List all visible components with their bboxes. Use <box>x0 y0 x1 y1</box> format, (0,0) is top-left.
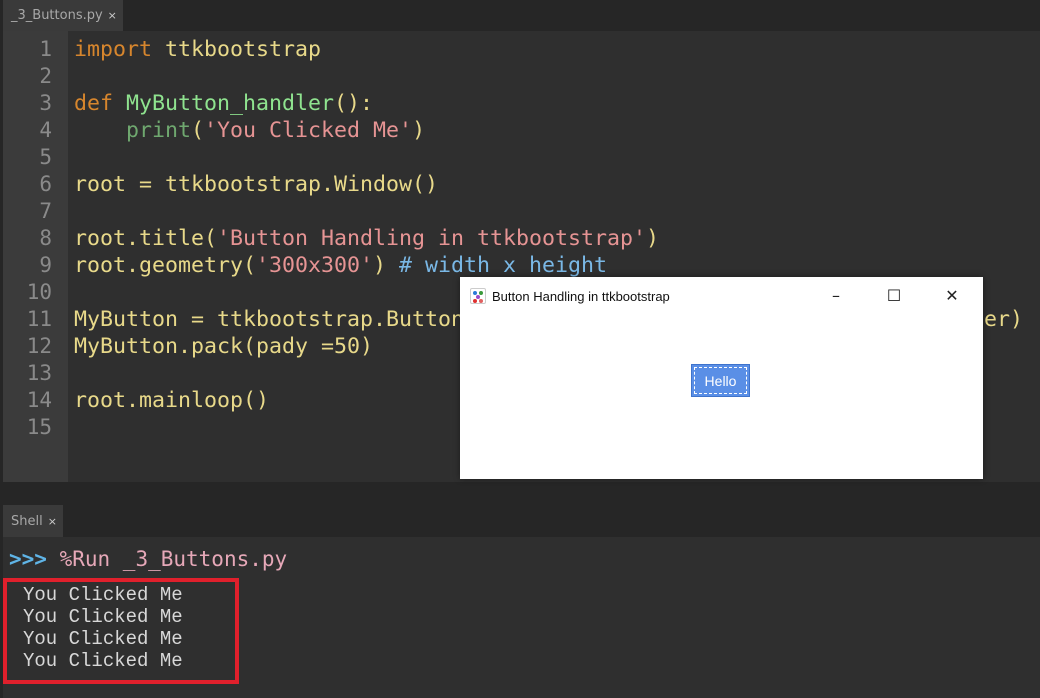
line-number: 2 <box>39 64 52 88</box>
code-token: ( <box>191 118 205 143</box>
code-token: ttkbootstrap <box>165 37 322 62</box>
shell-command-line: >>> %Run _3_Buttons.py <box>9 547 287 571</box>
editor-tab[interactable]: _3_Buttons.py × <box>3 0 123 31</box>
output-line: You Clicked Me <box>23 650 183 672</box>
line-number: 11 <box>26 307 52 331</box>
editor-tab-label: _3_Buttons.py <box>11 8 103 23</box>
code-line: MyButton.pack(pady =50) <box>74 333 373 360</box>
code-token: ) <box>373 253 400 278</box>
maximize-button[interactable]: ☐ <box>874 283 914 307</box>
line-number: 12 <box>26 334 52 358</box>
line-number: 6 <box>39 172 52 196</box>
line-number: 9 <box>39 253 52 277</box>
output-line: You Clicked Me <box>23 606 183 628</box>
line-number: 14 <box>26 388 52 412</box>
shell-tab-label: Shell <box>11 513 43 529</box>
shell-command: %Run _3_Buttons.py <box>46 547 288 571</box>
code-line: def MyButton_handler(): <box>74 90 373 117</box>
line-number: 15 <box>26 415 52 439</box>
code-line: root.title('Button Handling in ttkbootst… <box>74 225 659 252</box>
code-line: root.mainloop() <box>74 387 269 414</box>
line-number: 13 <box>26 361 52 385</box>
output-line: You Clicked Me <box>23 584 183 606</box>
line-number-gutter: 1 2 3 4 5 6 7 8 9 10 11 12 13 14 15 <box>3 31 68 482</box>
code-token: (): <box>334 91 374 116</box>
window-title: Button Handling in ttkbootstrap <box>492 288 670 304</box>
code-token: 'Button Handling in ttkbootstrap' <box>217 226 647 251</box>
code-line: root = ttkbootstrap.Window() <box>74 171 438 198</box>
line-number: 10 <box>26 280 52 304</box>
output-line: You Clicked Me <box>23 628 183 650</box>
hello-button[interactable]: Hello <box>691 364 750 397</box>
close-icon[interactable]: × <box>108 9 117 22</box>
code-token: '300x300' <box>256 253 374 278</box>
code-token: 'You Clicked Me' <box>204 118 413 143</box>
line-number: 3 <box>39 91 52 115</box>
code-token: # width x height <box>399 253 608 278</box>
code-token: ) <box>412 118 426 143</box>
line-number: 7 <box>39 199 52 223</box>
code-token: root = ttkbootstrap.Window() <box>74 172 439 197</box>
prompt-symbol: >>> <box>9 547 47 571</box>
code-line: root.geometry('300x300') # width x heigh… <box>74 252 607 279</box>
minimize-button[interactable]: – <box>816 283 856 307</box>
code-token: MyButton.pack(pady =50) <box>74 334 374 359</box>
code-line: import ttkbootstrap <box>74 36 321 63</box>
line-number: 5 <box>39 145 52 169</box>
close-button[interactable]: ✕ <box>932 283 972 307</box>
app-window: Button Handling in ttkbootstrap – ☐ ✕ He… <box>460 277 983 479</box>
line-number: 8 <box>39 226 52 250</box>
close-icon[interactable]: × <box>48 515 57 528</box>
code-token: ) <box>646 226 660 251</box>
code-token: root.title( <box>74 226 218 251</box>
app-icon <box>470 288 486 304</box>
code-token: root.mainloop() <box>74 388 270 413</box>
code-token: import <box>74 37 166 62</box>
code-line: print('You Clicked Me') <box>74 117 425 144</box>
line-number: 1 <box>39 37 52 61</box>
shell-console[interactable]: >>> %Run _3_Buttons.py You Clicked Me Yo… <box>3 537 1040 698</box>
shell-tab[interactable]: Shell × <box>3 505 63 537</box>
code-token: print <box>126 118 192 143</box>
line-number: 4 <box>39 118 52 142</box>
code-token: MyButton_handler <box>126 91 335 116</box>
code-token: root.geometry( <box>74 253 257 278</box>
code-token: def <box>74 91 127 116</box>
